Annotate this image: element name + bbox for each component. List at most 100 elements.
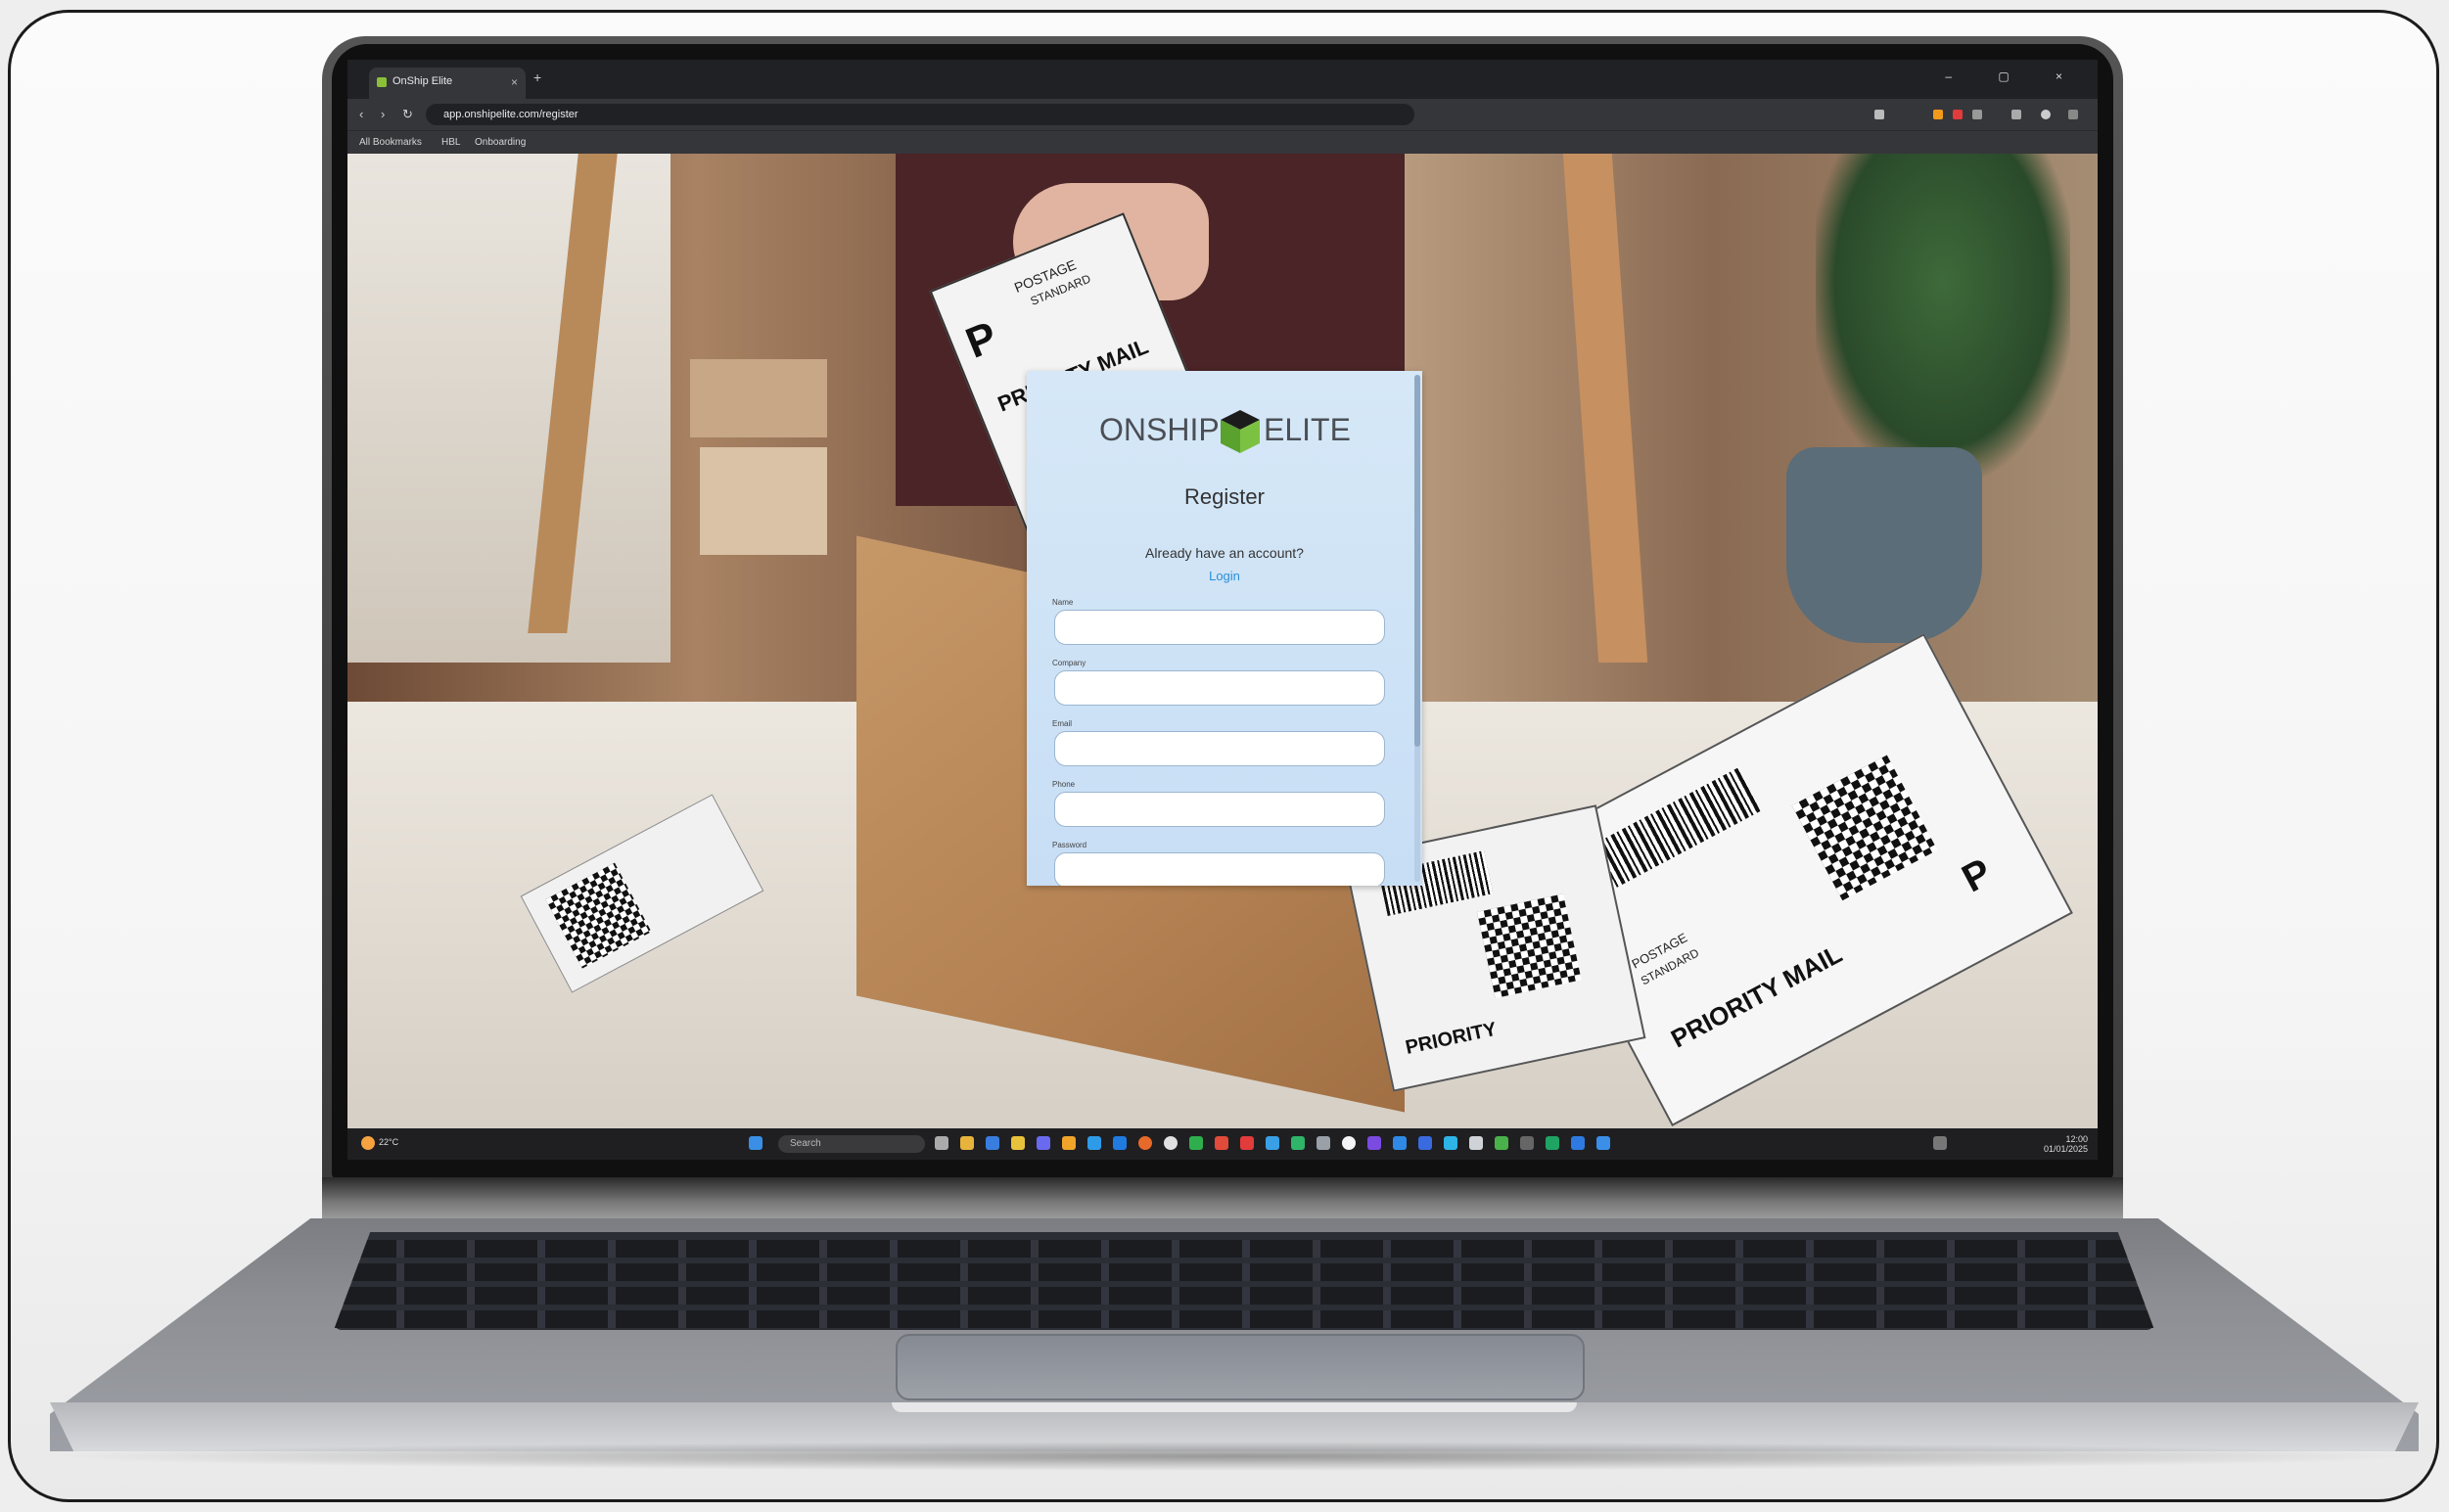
logo-text-elite: ELITE [1264, 412, 1351, 447]
name-field[interactable] [1054, 610, 1385, 645]
app-icon[interactable] [1596, 1136, 1610, 1150]
app-icon[interactable] [1342, 1136, 1356, 1150]
app-icon[interactable] [986, 1136, 999, 1150]
app-icon[interactable] [1266, 1136, 1279, 1150]
app-icon[interactable] [1520, 1136, 1534, 1150]
window-controls[interactable]: – ▢ × [1945, 69, 2084, 83]
bookmark-star-icon[interactable] [1874, 110, 1884, 119]
app-icon[interactable] [1444, 1136, 1457, 1150]
onship-elite-logo: ONSHIP ELITE [1099, 406, 1354, 455]
tray-icons[interactable] [1933, 1136, 1947, 1150]
taskbar-search[interactable]: Search [778, 1135, 925, 1153]
label-postage-letter: P [959, 312, 1004, 368]
app-icon[interactable] [1418, 1136, 1432, 1150]
laptop-trackpad [896, 1334, 1585, 1400]
chrome-icon[interactable] [1164, 1136, 1178, 1150]
laptop-front-notch [892, 1402, 1577, 1412]
label-p-letter: P [1955, 850, 1999, 901]
photo-plant [1816, 154, 2070, 477]
photo-plant-pot [1786, 447, 1982, 643]
clock-time: 12:00 [2065, 1134, 2088, 1144]
qr-code-graphic [1476, 893, 1582, 998]
password-field[interactable] [1054, 852, 1385, 886]
app-icon[interactable] [1469, 1136, 1483, 1150]
logo-cube-icon [1221, 410, 1260, 453]
page-viewport: P POSTAGE STANDARD PRIORITY MAIL PRIORIT… [347, 154, 2098, 1128]
app-icon[interactable] [1189, 1136, 1203, 1150]
keyboard-row [334, 1240, 2154, 1258]
weather-text[interactable]: 22°C [379, 1137, 398, 1147]
weather-icon[interactable] [361, 1136, 375, 1150]
password-label: Password [1052, 841, 1087, 849]
laptop-screen: OnShip Elite × + – ▢ × ‹ › ↻ app.onshipe… [347, 60, 2098, 1160]
tab-title: OnShip Elite [393, 75, 453, 87]
already-have-account-text: Already have an account? [1145, 545, 1304, 561]
keyboard-row [334, 1263, 2154, 1281]
edge-icon[interactable] [1113, 1136, 1127, 1150]
register-card: ONSHIP ELITE Register Already have an ac… [1027, 371, 1422, 886]
app-icon[interactable] [1087, 1136, 1101, 1150]
app-icon[interactable] [1393, 1136, 1407, 1150]
keyboard-row [334, 1287, 2154, 1305]
image-frame: OnShip Elite × + – ▢ × ‹ › ↻ app.onshipe… [8, 10, 2439, 1502]
extension-icon[interactable] [1933, 110, 1943, 119]
laptop-shadow [40, 1442, 2428, 1471]
menu-icon[interactable] [2068, 110, 2078, 119]
logo-text-onship: ONSHIP [1099, 412, 1220, 447]
extension-icon[interactable] [1972, 110, 1982, 119]
keyboard-row [334, 1310, 2154, 1328]
app-icon[interactable] [1215, 1136, 1228, 1150]
favicon-icon [377, 77, 387, 87]
laptop-keyboard [334, 1232, 2154, 1330]
app-icon[interactable] [1546, 1136, 1559, 1150]
browser-toolbar: ‹ › ↻ app.onshipelite.com/register [347, 99, 2098, 130]
back-icon[interactable]: ‹ [359, 107, 363, 121]
bookmarks-bar: All Bookmarks HBL Onboarding [347, 130, 2098, 155]
app-icon[interactable] [1367, 1136, 1381, 1150]
login-link[interactable]: Login [1027, 569, 1422, 583]
company-field[interactable] [1054, 670, 1385, 706]
app-icon[interactable] [1291, 1136, 1305, 1150]
bookmark-item[interactable]: Onboarding [475, 137, 526, 148]
photo-shelf-box [690, 359, 827, 437]
app-icon[interactable] [1062, 1136, 1076, 1150]
photo-shelf [347, 154, 670, 663]
taskbar: 22°C Search 12:00 01/01/2025 [347, 1128, 2098, 1160]
name-label: Name [1052, 598, 1074, 607]
browser-tab[interactable]: OnShip Elite × [369, 68, 526, 99]
firefox-icon[interactable] [1138, 1136, 1152, 1150]
app-icon[interactable] [1011, 1136, 1025, 1150]
phone-label: Phone [1052, 780, 1076, 789]
reload-icon[interactable]: ↻ [402, 107, 413, 122]
company-label: Company [1052, 659, 1086, 667]
tab-close-icon[interactable]: × [511, 75, 518, 89]
label-priority-text: PRIORITY [1403, 1018, 1499, 1059]
phone-field[interactable] [1054, 792, 1385, 827]
forward-icon[interactable]: › [381, 107, 385, 121]
file-explorer-icon[interactable] [960, 1136, 974, 1150]
task-view-icon[interactable] [935, 1136, 948, 1150]
laptop-hinge [322, 1177, 2123, 1218]
bookmark-item[interactable]: All Bookmarks [359, 137, 422, 148]
url-bar[interactable]: app.onshipelite.com/register [426, 104, 1414, 125]
app-icon[interactable] [1571, 1136, 1585, 1150]
photo-shelf-box [700, 447, 827, 555]
app-icon[interactable] [1317, 1136, 1330, 1150]
profile-avatar[interactable] [2041, 110, 2051, 119]
new-tab-button[interactable]: + [533, 69, 541, 85]
download-icon[interactable] [2011, 110, 2021, 119]
browser-titlebar: OnShip Elite × + – ▢ × [347, 60, 2098, 99]
app-icon[interactable] [1495, 1136, 1508, 1150]
email-label: Email [1052, 719, 1073, 728]
start-icon[interactable] [749, 1136, 762, 1150]
app-icon[interactable] [1240, 1136, 1254, 1150]
clock-date: 01/01/2025 [2043, 1144, 2088, 1154]
qr-code-graphic [1791, 755, 1938, 901]
register-heading: Register [1184, 484, 1265, 509]
taskbar-clock[interactable]: 12:00 01/01/2025 [2044, 1134, 2088, 1154]
bookmark-item[interactable]: HBL [441, 137, 460, 148]
app-icon[interactable] [1037, 1136, 1050, 1150]
extension-icon[interactable] [1953, 110, 1963, 119]
email-field[interactable] [1054, 731, 1385, 766]
card-scrollbar-thumb[interactable] [1414, 375, 1420, 747]
